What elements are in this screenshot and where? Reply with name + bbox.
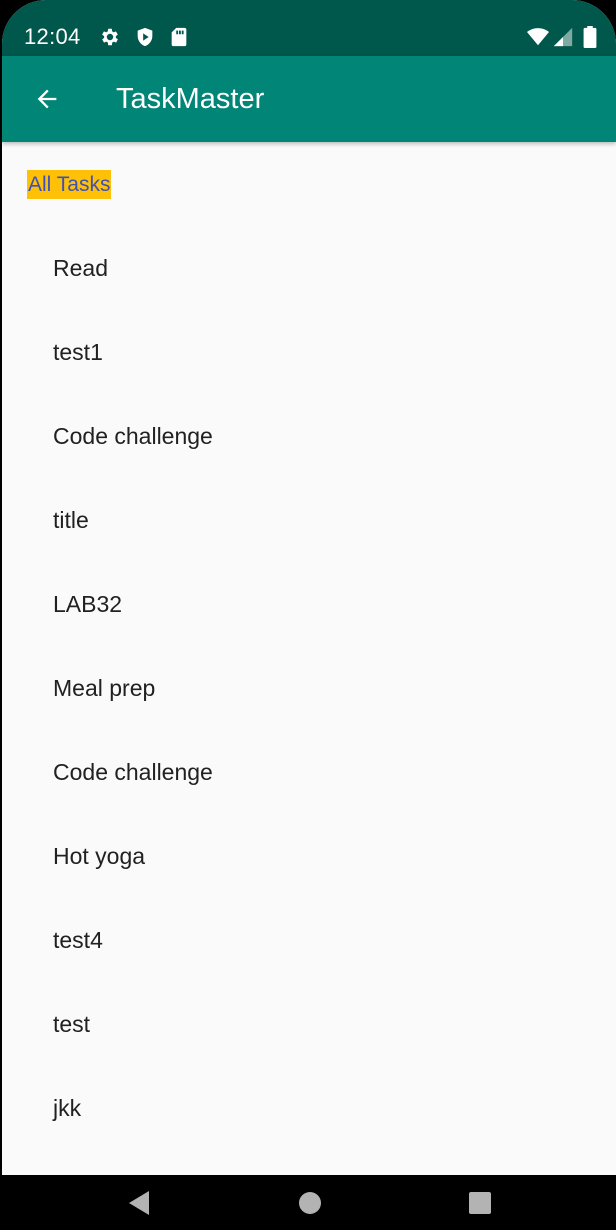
task-item[interactable]: test1 [2,310,616,394]
home-circle-icon [298,1191,322,1215]
status-time: 12:04 [24,24,81,49]
nav-recents-button[interactable] [465,1188,495,1218]
gear-icon [99,26,121,48]
task-item[interactable]: Meal prep [2,646,616,730]
navigation-bar [0,1175,616,1230]
signal-icon [552,26,574,48]
arrow-left-icon [33,85,61,113]
nav-home-button[interactable] [295,1188,325,1218]
task-item[interactable]: title [2,478,616,562]
task-item[interactable]: LAB32 [2,562,616,646]
screen: 12:04 TaskMaster All Tasks Read test1 Co… [2,0,616,1175]
task-item[interactable]: test4 [2,898,616,982]
all-tasks-header: All Tasks [27,170,112,199]
battery-icon [582,26,598,48]
wifi-icon [525,26,551,48]
task-item[interactable]: Code challenge [2,394,616,478]
nav-back-button[interactable] [124,1188,154,1218]
back-button[interactable] [26,78,68,120]
back-triangle-icon [127,1190,151,1216]
shield-icon [134,26,156,48]
status-bar: 12:04 [2,0,616,56]
app-title: TaskMaster [116,83,265,115]
task-item[interactable]: Read [2,226,616,310]
task-item[interactable]: test [2,982,616,1066]
sd-card-icon [168,26,190,48]
app-bar: TaskMaster [2,56,616,142]
task-item[interactable]: jkk [2,1066,616,1150]
task-item[interactable]: Code challenge [2,730,616,814]
device-frame: 12:04 TaskMaster All Tasks Read test1 Co… [0,0,616,1230]
recents-square-icon [468,1191,492,1215]
task-item[interactable]: Hot yoga [2,814,616,898]
task-list: Read test1 Code challenge title LAB32 Me… [2,226,616,1150]
